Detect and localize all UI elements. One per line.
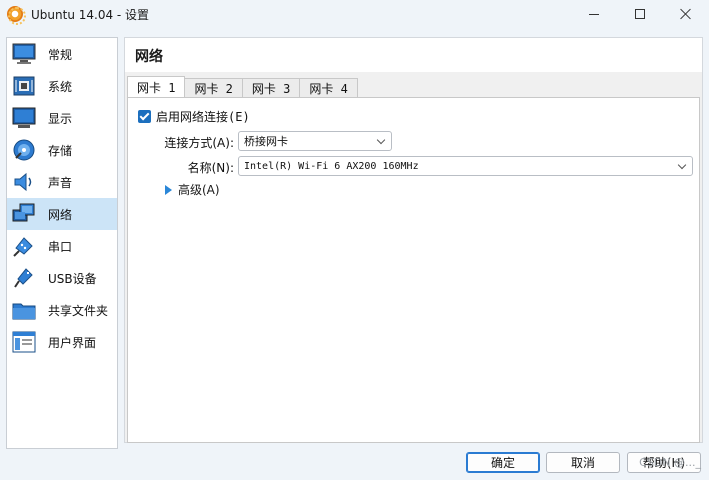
chevron-down-icon — [376, 135, 386, 145]
sidebar-item-label: 显示 — [48, 111, 73, 126]
sidebar-item-audio[interactable]: 声音 — [7, 166, 117, 198]
sidebar-item-user-interface[interactable]: 用户界面 — [7, 326, 117, 358]
enable-network-row[interactable]: 启用网络连接(E) — [138, 108, 250, 125]
title-bar: Ubuntu 14.04 - 设置 — [0, 0, 709, 28]
sidebar-item-label: 串口 — [48, 239, 73, 254]
sidebar-item-label: 声音 — [48, 175, 73, 190]
window-controls — [571, 0, 709, 28]
chevron-down-icon — [677, 160, 687, 170]
watermark: CSDN @..._ — [639, 456, 701, 469]
sidebar-item-general[interactable]: 常规 — [7, 38, 117, 70]
maximize-icon — [635, 9, 645, 19]
tab-adapter-2[interactable]: 网卡 2 — [184, 78, 243, 97]
sidebar-item-label: 用户界面 — [48, 335, 97, 350]
maximize-button[interactable] — [617, 0, 663, 28]
sidebar-item-serial-port[interactable]: 串口 — [7, 230, 117, 262]
expand-triangle-icon — [165, 184, 172, 195]
sidebar-item-label: 系统 — [48, 79, 73, 94]
usb-icon — [14, 268, 33, 288]
sidebar-item-display[interactable]: 显示 — [7, 102, 117, 134]
enable-network-label: 启用网络连接(E) — [156, 110, 250, 124]
virtualbox-gear-icon — [7, 6, 26, 25]
close-icon — [680, 8, 692, 20]
adapter-name-select[interactable]: Intel(R) Wi-Fi 6 AX200 160MHz — [238, 156, 693, 176]
audio-speaker-icon — [14, 172, 32, 192]
settings-sidebar: 常规 系统 显示 存储 声音 网络 串口 USB设备 共享文件夹 用户界面 — [6, 37, 118, 449]
tab-adapter-4[interactable]: 网卡 4 — [299, 78, 358, 97]
close-button[interactable] — [663, 0, 709, 28]
adapter-tabs: 网卡 1 网卡 2 网卡 3 网卡 4 — [127, 76, 358, 98]
window-title: Ubuntu 14.04 - 设置 — [31, 7, 150, 22]
adapter-name-value: Intel(R) Wi-Fi 6 AX200 160MHz — [244, 160, 419, 172]
sidebar-item-system[interactable]: 系统 — [7, 70, 117, 102]
user-interface-icon — [12, 331, 36, 353]
advanced-label: 高级(A) — [178, 183, 220, 197]
sidebar-item-label: 常规 — [48, 47, 73, 62]
sidebar-item-storage[interactable]: 存储 — [7, 134, 117, 166]
sidebar-item-label: 网络 — [48, 207, 73, 222]
general-monitor-icon — [12, 43, 36, 64]
ok-button[interactable]: 确定 — [466, 452, 540, 473]
sidebar-item-label: 共享文件夹 — [48, 303, 109, 318]
adapter-name-label: 名称(N): — [187, 161, 234, 175]
network-icon — [12, 203, 35, 222]
enable-network-checkbox[interactable] — [138, 110, 151, 123]
attached-to-select[interactable]: 桥接网卡 — [238, 131, 392, 151]
system-chip-icon — [13, 76, 35, 96]
sidebar-item-label: 存储 — [48, 143, 73, 158]
adapter-tab-page: 启用网络连接(E) 连接方式(A): 桥接网卡 名称(N): Intel(R) … — [127, 97, 700, 443]
sidebar-item-usb[interactable]: USB设备 — [7, 262, 117, 294]
tab-adapter-1[interactable]: 网卡 1 — [127, 76, 186, 97]
minimize-button[interactable] — [571, 0, 617, 28]
page-title: 网络 — [135, 49, 163, 65]
serial-port-icon — [13, 237, 33, 257]
cancel-button[interactable]: 取消 — [546, 452, 620, 473]
minimize-icon — [589, 13, 599, 15]
advanced-toggle[interactable]: 高级(A) — [165, 181, 220, 198]
tab-adapter-3[interactable]: 网卡 3 — [241, 78, 301, 97]
shared-folder-icon — [12, 303, 36, 320]
storage-disc-icon — [13, 139, 35, 161]
sidebar-item-shared-folders[interactable]: 共享文件夹 — [7, 294, 117, 326]
sidebar-item-network[interactable]: 网络 — [7, 198, 117, 230]
display-monitor-icon — [12, 107, 36, 128]
sidebar-item-label: USB设备 — [48, 271, 97, 286]
attached-to-value: 桥接网卡 — [244, 135, 288, 148]
attached-to-label: 连接方式(A): — [164, 136, 234, 150]
settings-main-panel: 网络 网卡 1 网卡 2 网卡 3 网卡 4 启用网络连接(E) 连接方式(A)… — [124, 37, 703, 443]
